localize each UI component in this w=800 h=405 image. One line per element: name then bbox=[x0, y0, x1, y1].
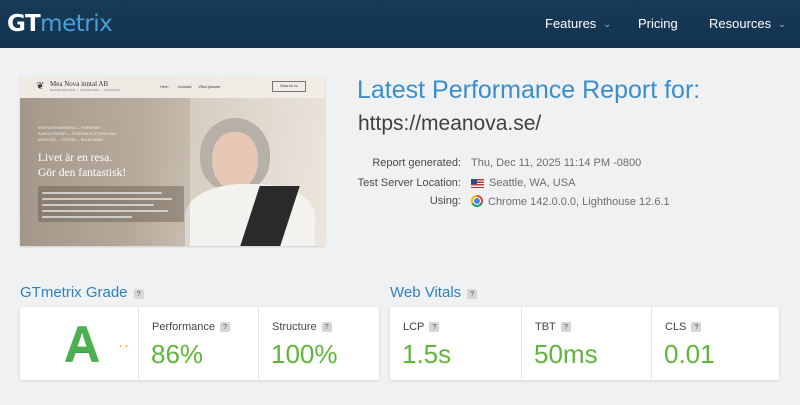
test-server-location-label: Test Server Location: bbox=[357, 177, 461, 189]
lcp-label-row: LCP? bbox=[403, 321, 440, 333]
lcp-cell: LCP? 1.5s bbox=[390, 307, 521, 380]
thumbnail-headline: Livet är en resa. Gör den fantastisk! bbox=[38, 152, 127, 179]
nav-pricing-label: Pricing bbox=[638, 16, 678, 31]
grade-cell: A ·· bbox=[20, 307, 138, 380]
report-generated-value: Thu, Dec 11, 2025 11:14 PM -0800 bbox=[471, 157, 641, 169]
page-screenshot-thumbnail[interactable]: ❦ Mea Nova inntal AB BARNFAMILJER — PERS… bbox=[20, 76, 325, 246]
cls-value: 0.01 bbox=[664, 339, 715, 369]
gtmetrix-grade-heading: GTmetrix Grade? bbox=[20, 284, 144, 301]
nav-resources-label: Resources bbox=[709, 16, 772, 31]
us-flag-icon bbox=[471, 179, 484, 188]
structure-label: Structure bbox=[272, 321, 317, 333]
chrome-icon bbox=[471, 195, 483, 207]
report-url[interactable]: https://meanova.se/ bbox=[358, 112, 541, 136]
using-text: Chrome 142.0.0.0, Lighthouse 12.6.1 bbox=[488, 196, 670, 208]
thumbnail-small-text: KONFLIKTHANTERING — PARTERAPI bbox=[38, 126, 101, 130]
nav-resources[interactable]: Resources ⌄ bbox=[709, 0, 786, 48]
cls-cell: CLS? 0.01 bbox=[651, 307, 779, 380]
test-server-location-text: Seattle, WA, USA bbox=[489, 177, 576, 189]
help-icon[interactable]: ? bbox=[219, 322, 230, 332]
web-vitals-heading: Web Vitals? bbox=[390, 284, 478, 301]
nav-pricing[interactable]: Pricing bbox=[638, 0, 678, 48]
chevron-down-icon: ⌄ bbox=[603, 19, 611, 29]
logo-metrix: metrix bbox=[40, 11, 113, 37]
web-vitals-card: LCP? 1.5s TBT? 50ms CLS? 0.01 bbox=[390, 307, 779, 380]
gtmetrix-grade-card: A ·· Performance? 86% Structure? 100% bbox=[20, 307, 379, 380]
performance-cell: Performance? 86% bbox=[138, 307, 258, 380]
report-generated-text: Thu, Dec 11, 2025 11:14 PM -0800 bbox=[471, 157, 642, 169]
thumbnail-text-line bbox=[42, 192, 162, 194]
tbt-label-row: TBT? bbox=[535, 321, 571, 333]
performance-label-row: Performance? bbox=[152, 321, 230, 333]
tbt-label: TBT bbox=[535, 321, 556, 333]
report-generated-label: Report generated: bbox=[372, 157, 461, 169]
thumbnail-cta-button: Boka tid nu bbox=[272, 81, 306, 92]
help-icon[interactable]: ? bbox=[321, 322, 332, 332]
test-server-location-value: Seattle, WA, USA bbox=[471, 177, 575, 189]
help-icon[interactable]: ? bbox=[429, 322, 440, 332]
gtmetrix-logo[interactable]: GTmetrix bbox=[7, 7, 113, 41]
grade-letter: A bbox=[64, 316, 101, 372]
thumbnail-site-name: Mea Nova inntal AB bbox=[50, 80, 109, 88]
thumbnail-text-line bbox=[42, 216, 132, 218]
structure-cell: Structure? 100% bbox=[258, 307, 379, 380]
web-vitals-title: Web Vitals bbox=[390, 284, 462, 301]
tbt-cell: TBT? 50ms bbox=[521, 307, 651, 380]
using-label: Using: bbox=[429, 195, 461, 207]
butterfly-icon: ❦ bbox=[36, 81, 45, 92]
thumbnail-small-text: SAMTALSTERAPI — PERSONLIG UTVECKLING bbox=[38, 132, 116, 136]
thumbnail-nav-item: Hem bbox=[160, 84, 169, 89]
nav-features-label: Features bbox=[545, 16, 597, 31]
thumbnail-small-text: KRISSTÖD — STRESS — RELATIONER bbox=[38, 138, 103, 142]
using-value: Chrome 142.0.0.0, Lighthouse 12.6.1 bbox=[471, 195, 670, 208]
structure-value: 100% bbox=[271, 339, 338, 369]
help-icon[interactable]: ? bbox=[467, 289, 478, 299]
thumbnail-text-line bbox=[42, 210, 168, 212]
help-icon[interactable]: ? bbox=[691, 322, 702, 332]
structure-label-row: Structure? bbox=[272, 321, 332, 333]
help-icon[interactable]: ? bbox=[133, 289, 144, 299]
report-title: Latest Performance Report for: bbox=[357, 76, 701, 104]
grade-dots: ·· bbox=[118, 337, 130, 354]
nav-features[interactable]: Features ⌄ bbox=[545, 0, 611, 48]
cls-label: CLS bbox=[665, 321, 687, 333]
thumbnail-tagline: BARNFAMILJER — PERSONER — FAMILJER bbox=[50, 88, 120, 92]
performance-value: 86% bbox=[151, 339, 204, 369]
cls-label-row: CLS? bbox=[665, 321, 702, 333]
help-icon[interactable]: ? bbox=[560, 322, 571, 332]
thumbnail-nav-item: Våra tjänster bbox=[198, 84, 221, 89]
chevron-down-icon: ⌄ bbox=[778, 19, 786, 29]
lcp-value: 1.5s bbox=[402, 339, 452, 369]
thumbnail-person-face bbox=[212, 132, 258, 190]
top-navigation-bar: GTmetrix Features ⌄ Pricing Resources ⌄ bbox=[0, 0, 800, 48]
performance-label: Performance bbox=[152, 321, 215, 333]
thumbnail-text-line bbox=[42, 198, 172, 200]
logo-gt: GT bbox=[7, 11, 41, 37]
thumbnail-nav-item: Kontakt bbox=[178, 84, 192, 89]
gtmetrix-grade-title: GTmetrix Grade bbox=[20, 284, 128, 301]
tbt-value: 50ms bbox=[534, 339, 598, 369]
lcp-label: LCP bbox=[403, 321, 425, 333]
thumbnail-text-line bbox=[42, 204, 154, 206]
